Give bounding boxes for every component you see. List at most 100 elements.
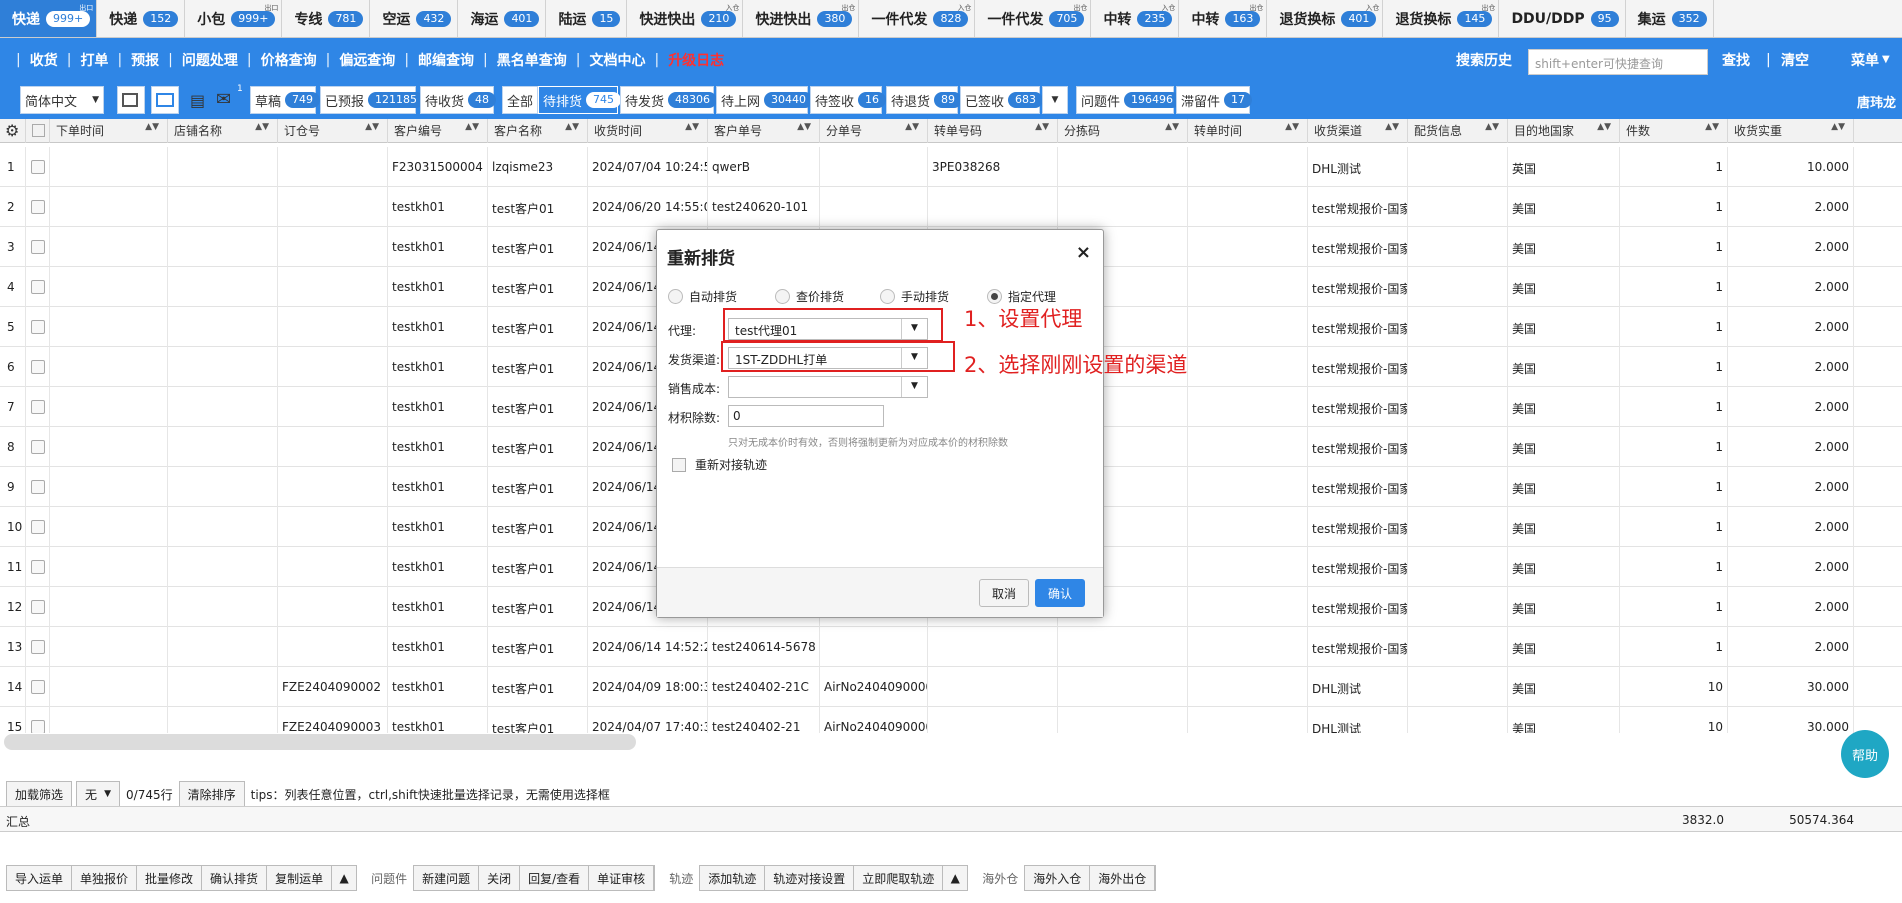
row-checkbox[interactable] [31, 240, 45, 254]
layout-wide-icon[interactable] [151, 86, 179, 114]
column-header[interactable]: 收货时间 ▲▼ [588, 119, 708, 143]
row-checkbox[interactable] [31, 640, 45, 654]
toolbar-button[interactable]: 确认排货 [201, 865, 267, 891]
tab-5[interactable]: 海运 401 [458, 0, 547, 37]
load-filter-button[interactable]: 加载筛选 [6, 781, 73, 807]
tab-3[interactable]: 专线 781 [282, 0, 371, 37]
filter-pending-return[interactable]: 待退货 89 [886, 86, 963, 114]
chevron-up-icon[interactable]: ▲ [942, 865, 969, 891]
tab-10[interactable]: 一件代发 705 出仓 [975, 0, 1092, 37]
column-header[interactable]: 客户单号 ▲▼ [708, 119, 820, 143]
toolbar-button[interactable]: 单证审核 [588, 865, 654, 891]
chevron-up-icon[interactable]: ▲ [331, 865, 358, 891]
layout-single-icon[interactable] [117, 86, 145, 114]
list-icon[interactable]: ▤ [190, 91, 205, 110]
column-header[interactable]: 分单号 ▲▼ [820, 119, 928, 143]
menu-item-3[interactable]: 问题处理 [182, 50, 238, 70]
tab-6[interactable]: 陆运 15 [546, 0, 628, 37]
cancel-button[interactable]: 取消 [979, 579, 1029, 607]
column-header[interactable]: 转单号码 ▲▼ [928, 119, 1058, 143]
toolbar-button[interactable]: 海外出仓 [1089, 865, 1155, 891]
filter-pending-ship[interactable]: 待发货 48306 [620, 86, 718, 114]
filter-pending-sign[interactable]: 待签收 16 [810, 86, 887, 114]
search-input[interactable]: shift+enter可快捷查询 [1528, 49, 1708, 75]
radio-price-assign[interactable]: 查价排货 [775, 288, 844, 305]
toolbar-button[interactable]: 导入运单 [6, 865, 72, 891]
toolbar-button[interactable]: 单独报价 [71, 865, 137, 891]
volume-divisor-input[interactable]: 0 [728, 405, 884, 427]
filter-more-dropdown[interactable]: ▼ [1042, 86, 1068, 114]
tab-16[interactable]: 集运 352 [1626, 0, 1714, 37]
retrack-checkbox[interactable]: 重新对接轨迹 [672, 456, 767, 473]
column-header[interactable]: 店铺名称 ▲▼ [168, 119, 278, 143]
gear-icon[interactable]: ⚙ [0, 119, 26, 143]
horizontal-scrollbar[interactable] [4, 734, 636, 750]
menu-item-2[interactable]: 预报 [131, 50, 159, 70]
tab-12[interactable]: 中转 163 出仓 [1179, 0, 1268, 37]
toolbar-button[interactable]: 关闭 [478, 865, 520, 891]
column-header[interactable]: 收货渠道 ▲▼ [1308, 119, 1408, 143]
menu-item-6[interactable]: 邮编查询 [418, 50, 474, 70]
filter-pending-receive[interactable]: 待收货 48 [420, 86, 497, 114]
row-checkbox[interactable] [31, 320, 45, 334]
toolbar-button[interactable]: 海外入仓 [1024, 865, 1090, 891]
tab-13[interactable]: 退货换标 401 入仓 [1267, 0, 1384, 37]
filter-signed[interactable]: 已签收 683 [960, 86, 1044, 114]
radio-auto-assign[interactable]: 自动排货 [668, 288, 737, 305]
filter-all[interactable]: 全部 [502, 86, 538, 114]
tab-2[interactable]: 小包 999+ 出口 [185, 0, 283, 37]
column-header[interactable]: 件数 ▲▼ [1620, 119, 1728, 143]
row-checkbox[interactable] [31, 200, 45, 214]
menu-item-5[interactable]: 偏远查询 [339, 50, 395, 70]
mail-icon[interactable]: ✉ [216, 89, 231, 110]
menu-item-8[interactable]: 文档中心 [589, 50, 645, 70]
toolbar-button[interactable]: 轨迹对接设置 [764, 865, 854, 891]
tab-7[interactable]: 快进快出 210 入仓 [627, 0, 744, 37]
table-row[interactable]: 1 F23031500004 lzqisme23 2024/07/04 10:24:5… [0, 147, 1902, 187]
row-checkbox[interactable] [31, 400, 45, 414]
tab-8[interactable]: 快进快出 380 出仓 [743, 0, 860, 37]
column-header[interactable]: 转单时间 ▲▼ [1188, 119, 1308, 143]
column-header[interactable]: 订仓号 ▲▼ [278, 119, 388, 143]
radio-manual-assign[interactable]: 手动排货 [880, 288, 949, 305]
row-checkbox[interactable] [31, 520, 45, 534]
toolbar-button[interactable]: 立即爬取轨迹 [853, 865, 943, 891]
tab-11[interactable]: 中转 235 入仓 [1091, 0, 1180, 37]
row-checkbox[interactable] [31, 480, 45, 494]
filter-prealert[interactable]: 已预报 121185 [320, 86, 425, 114]
row-checkbox[interactable] [31, 440, 45, 454]
filter-pending-online[interactable]: 待上网 30440 [716, 86, 814, 114]
tab-9[interactable]: 一件代发 828 入仓 [859, 0, 976, 37]
column-header[interactable]: 分拣码 ▲▼ [1058, 119, 1188, 143]
column-header[interactable]: 下单时间 ▲▼ [50, 119, 168, 143]
table-row[interactable]: 14 FZE2404090002 testkh01 test客户01 2024/04/0… [0, 667, 1902, 707]
toolbar-button[interactable]: 添加轨迹 [699, 865, 765, 891]
column-header[interactable]: 目的地国家 ▲▼ [1508, 119, 1620, 143]
user-name[interactable]: 唐玮龙 [1857, 92, 1896, 111]
row-checkbox[interactable] [31, 600, 45, 614]
menu-item-9[interactable]: 升级日志 [668, 50, 724, 70]
filter-held[interactable]: 滞留件 17 [1176, 86, 1253, 114]
tab-0[interactable]: 快递 999+ 出口 [0, 0, 98, 37]
tab-15[interactable]: DDU/DDP 95 [1499, 0, 1626, 37]
column-header[interactable]: 配货信息 ▲▼ [1408, 119, 1508, 143]
filter-preset-select[interactable]: 无 ▼ [76, 781, 121, 807]
menu-item-4[interactable]: 价格查询 [261, 50, 317, 70]
table-row[interactable]: 2 testkh01 test客户01 2024/06/20 14:55:03 test… [0, 187, 1902, 227]
toolbar-button[interactable]: 新建问题 [413, 865, 479, 891]
close-icon[interactable]: × [1076, 242, 1091, 263]
table-row[interactable]: 15 FZE2404090003 testkh01 test客户01 2024/04/0… [0, 707, 1902, 733]
table-row[interactable]: 13 testkh01 test客户01 2024/06/14 14:52:21 tes… [0, 627, 1902, 667]
clear-sort-button[interactable]: 清除排序 [178, 781, 245, 807]
row-checkbox[interactable] [31, 560, 45, 574]
toolbar-button[interactable]: 回复/查看 [519, 865, 589, 891]
row-checkbox[interactable] [31, 280, 45, 294]
filter-problem[interactable]: 问题件 196496 [1076, 86, 1181, 114]
row-checkbox[interactable] [31, 680, 45, 694]
menu-item-7[interactable]: 黑名单查询 [497, 50, 567, 70]
column-header[interactable]: 收货实重 ▲▼ [1728, 119, 1854, 143]
filter-pending-assign[interactable]: 待排货 745 [538, 86, 622, 114]
menu-item-1[interactable]: 打单 [80, 50, 108, 70]
row-checkbox[interactable] [31, 160, 45, 174]
confirm-button[interactable]: 确认 [1035, 579, 1085, 607]
